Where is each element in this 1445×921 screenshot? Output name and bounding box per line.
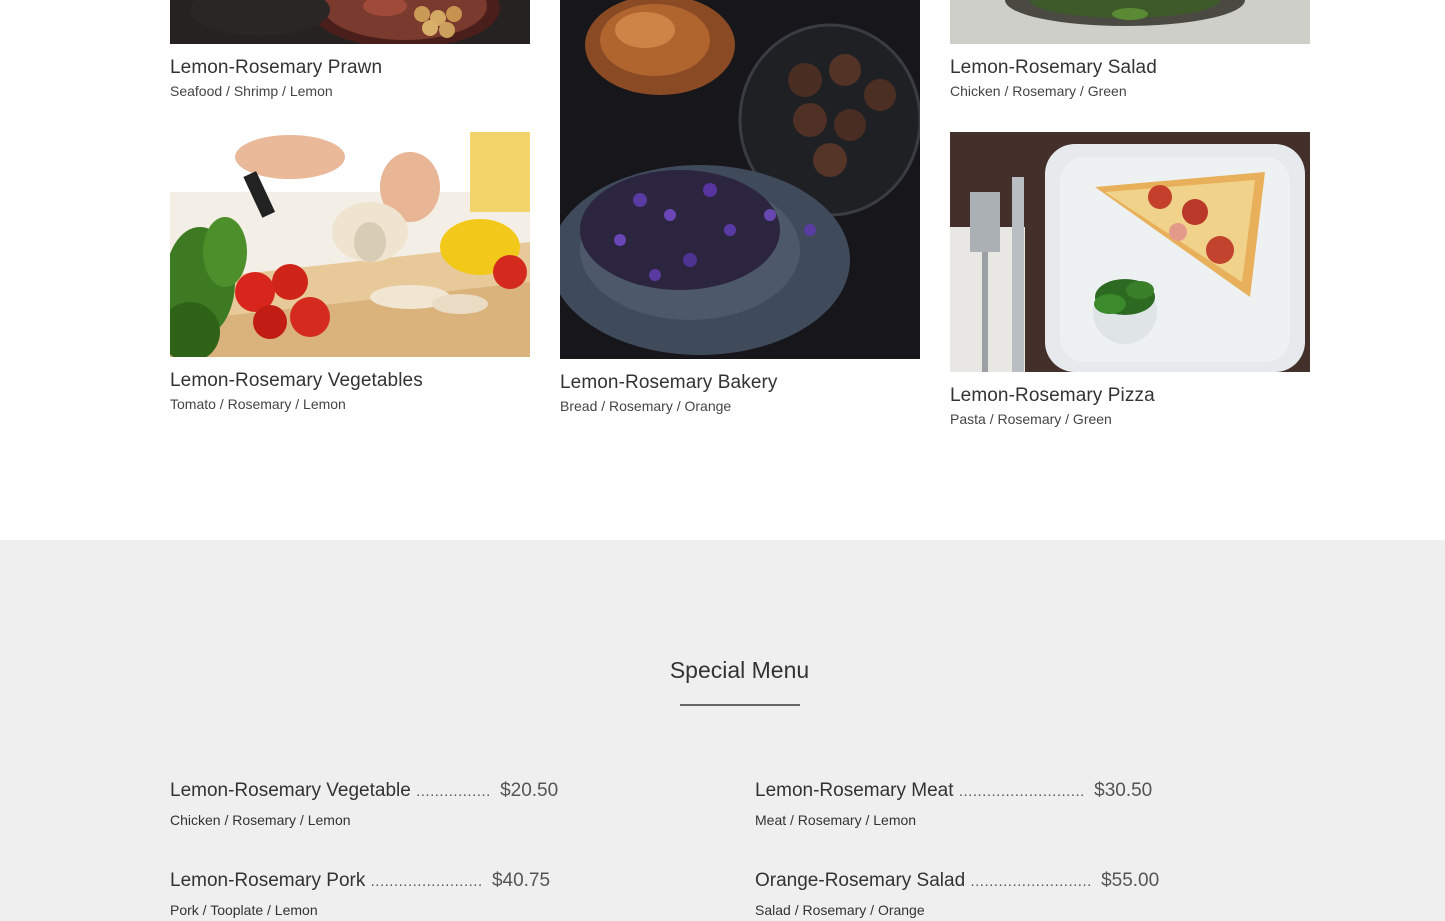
- menu-item-name[interactable]: Orange-Rosemary Salad: [755, 870, 965, 891]
- menu-item-price: $40.75: [491, 870, 551, 891]
- card-tags: Tomato / Rosemary / Lemon: [170, 396, 346, 412]
- pizza-photo[interactable]: [950, 132, 1310, 372]
- card-title[interactable]: Lemon-Rosemary Prawn: [170, 57, 382, 79]
- card-tags: Pasta / Rosemary / Green: [950, 411, 1112, 427]
- menu-item-leader: ................: [416, 783, 491, 800]
- menu-item-tags: Meat / Rosemary / Lemon: [755, 812, 917, 828]
- card-title[interactable]: Lemon-Rosemary Vegetables: [170, 370, 423, 392]
- card-title[interactable]: Lemon-Rosemary Bakery: [560, 372, 778, 394]
- bakery-photo[interactable]: [560, 0, 920, 359]
- menu-item-price: $20.50: [500, 780, 559, 801]
- card-tags: Bread / Rosemary / Orange: [560, 398, 732, 414]
- gallery-section: Lemon-Rosemary Prawn Seafood / Shrimp / …: [0, 0, 1445, 540]
- menu-item[interactable]: Lemon-Rosemary Vegetable ...............…: [170, 780, 558, 828]
- card-title[interactable]: Lemon-Rosemary Salad: [950, 57, 1157, 79]
- menu-item-price: $30.50: [1094, 780, 1153, 801]
- title-divider: [680, 704, 800, 706]
- special-menu-section: Special Menu Lemon-Rosemary Vegetable ..…: [0, 540, 1445, 921]
- card-tags: Chicken / Rosemary / Green: [950, 83, 1127, 99]
- salad-photo[interactable]: [950, 0, 1310, 44]
- menu-item-tags: Chicken / Rosemary / Lemon: [170, 812, 351, 828]
- menu-item-name[interactable]: Lemon-Rosemary Vegetable: [170, 780, 411, 801]
- menu-item-leader: ........................: [370, 873, 483, 890]
- menu-item-leader: ...........................: [958, 783, 1085, 800]
- menu-item-tags: Salad / Rosemary / Orange: [755, 902, 925, 918]
- menu-item-name[interactable]: Lemon-Rosemary Pork: [170, 870, 365, 891]
- card-title[interactable]: Lemon-Rosemary Pizza: [950, 385, 1155, 407]
- menu-item[interactable]: Lemon-Rosemary Meat ....................…: [755, 780, 1152, 828]
- menu-item-price: $55.00: [1101, 870, 1160, 891]
- menu-item[interactable]: Orange-Rosemary Salad ..................…: [755, 870, 1159, 918]
- prawn-photo[interactable]: [170, 0, 530, 44]
- menu-item[interactable]: Lemon-Rosemary Pork ....................…: [170, 870, 550, 918]
- card-tags: Seafood / Shrimp / Lemon: [170, 83, 333, 99]
- vegetables-photo[interactable]: [170, 132, 530, 357]
- menu-item-leader: ..........................: [970, 873, 1092, 890]
- menu-item-tags: Pork / Tooplate / Lemon: [170, 902, 318, 918]
- menu-item-name[interactable]: Lemon-Rosemary Meat: [755, 780, 954, 801]
- special-menu-title: Special Menu: [669, 657, 810, 683]
